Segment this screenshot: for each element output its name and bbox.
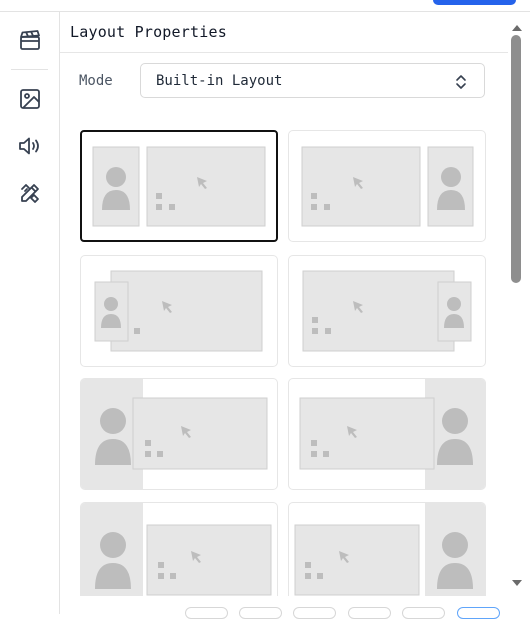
layout-option-overlay-left[interactable] [80, 255, 278, 367]
clapperboard-icon [19, 29, 40, 50]
layout-preview [81, 379, 268, 489]
layout-preview [302, 270, 472, 352]
rail-item-design[interactable] [14, 177, 45, 208]
scroll-up-icon[interactable] [511, 23, 523, 32]
layout-option-camera-left[interactable] [80, 130, 278, 242]
layout-properties-panel: Layout Properties Mode Built-in Layout [60, 12, 508, 596]
bottom-button[interactable] [185, 607, 228, 619]
bottom-button[interactable] [293, 607, 336, 619]
speaker-icon [18, 137, 39, 154]
mode-label: Mode [79, 73, 113, 89]
bottom-button-active[interactable] [457, 607, 500, 619]
primary-action-button[interactable] [433, 0, 516, 5]
layout-option-overlay-right[interactable] [288, 255, 486, 367]
layout-option-camera-right[interactable] [288, 130, 486, 242]
rail-item-image[interactable] [14, 83, 45, 114]
rail-item-audio[interactable] [14, 130, 45, 161]
layout-preview [94, 270, 263, 352]
layout-preview [299, 379, 485, 489]
rail-divider [11, 69, 48, 70]
layout-preview [81, 503, 272, 596]
panel-title: Layout Properties [70, 23, 227, 41]
layout-option-tall-right[interactable] [288, 378, 486, 490]
mode-select-value: Built-in Layout [156, 72, 283, 89]
layout-option-tall-right-2[interactable] [288, 502, 486, 596]
layout-preview [301, 146, 474, 227]
rail-item-scene[interactable] [14, 24, 45, 55]
layout-preview [294, 503, 485, 596]
image-icon [19, 88, 40, 109]
tool-rail [0, 12, 60, 614]
bottom-button[interactable] [348, 607, 391, 619]
scrollbar-thumb[interactable] [511, 35, 521, 283]
layout-option-tall-left[interactable] [80, 378, 278, 490]
layout-preview [92, 146, 266, 227]
bottom-button[interactable] [402, 607, 445, 619]
layout-option-tall-left-2[interactable] [80, 502, 278, 596]
design-tools-icon [20, 183, 39, 203]
mode-select[interactable]: Built-in Layout [140, 63, 485, 98]
chevron-up-down-icon [456, 75, 466, 89]
title-divider [60, 52, 508, 53]
scroll-down-icon[interactable] [511, 579, 523, 588]
bottom-button[interactable] [239, 607, 282, 619]
